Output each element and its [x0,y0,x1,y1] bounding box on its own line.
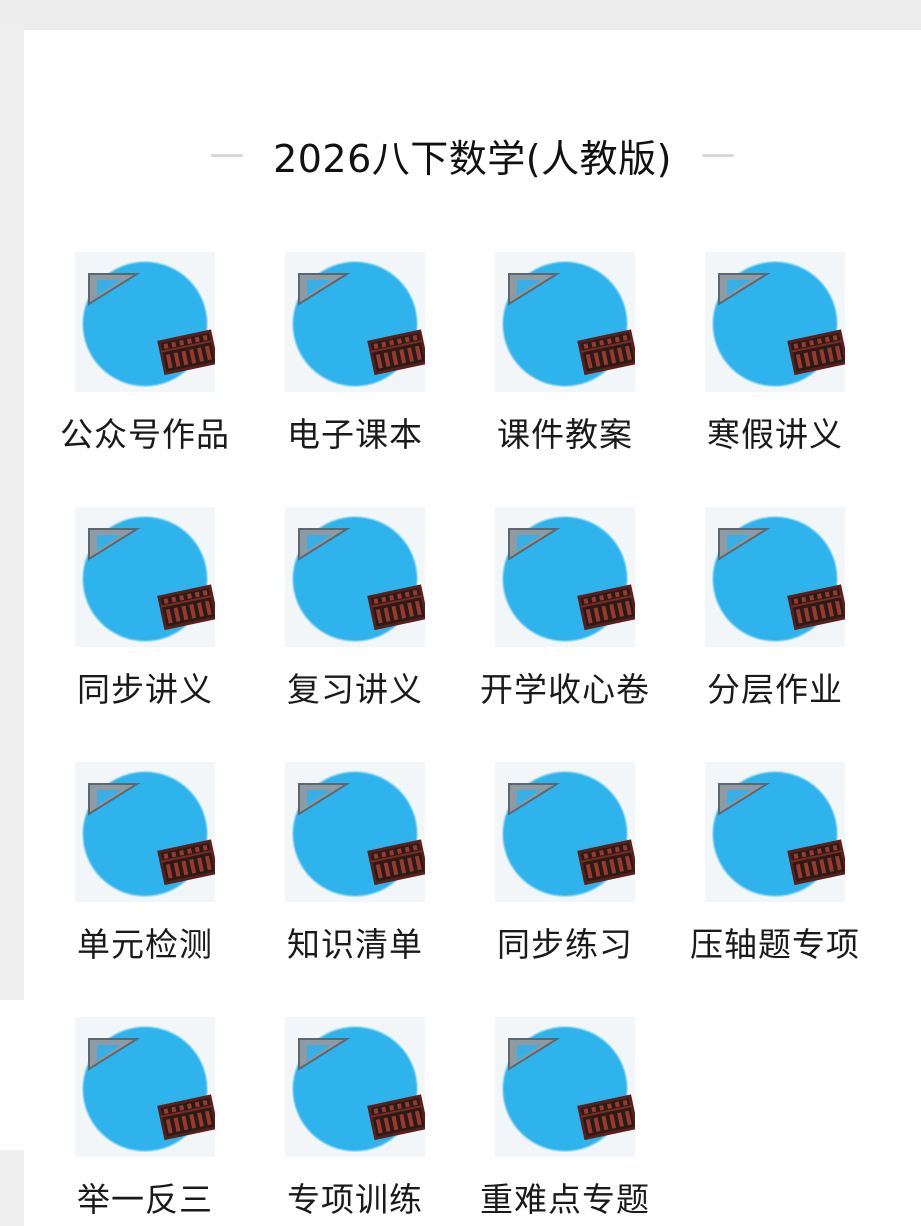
top-divider [0,0,921,24]
tile-public-account-works[interactable]: 公众号作品 [40,220,250,475]
tile-label: 压轴题专项 [690,925,860,964]
math-abacus-icon [75,507,215,647]
math-abacus-icon [495,1017,635,1157]
math-abacus-icon [705,507,845,647]
tile-label: 开学收心卷 [480,670,650,709]
tile-label: 寒假讲义 [707,415,843,454]
tile-unit-test[interactable]: 单元检测 [40,730,250,985]
math-abacus-icon [705,252,845,392]
math-abacus-icon [495,252,635,392]
math-abacus-icon [75,252,215,392]
section-title: 2026八下数学(人教版) [273,136,672,181]
tile-courseware-lesson-plans[interactable]: 课件教案 [460,220,670,475]
tile-sync-practice[interactable]: 同步练习 [460,730,670,985]
tile-label: 课件教案 [497,415,633,454]
math-abacus-icon [285,252,425,392]
tile-winter-handouts[interactable]: 寒假讲义 [670,220,880,475]
title-left-dash [211,153,244,157]
math-abacus-icon [285,1017,425,1157]
tile-analogy-practice[interactable]: 举一反三 [40,985,250,1226]
math-abacus-icon [705,762,845,902]
tile-label: 分层作业 [707,670,843,709]
math-abacus-icon [285,507,425,647]
tile-knowledge-list[interactable]: 知识清单 [250,730,460,985]
math-abacus-icon [495,762,635,902]
tile-review-handouts[interactable]: 复习讲义 [250,475,460,730]
tile-label: 专项训练 [287,1180,423,1219]
tile-tiered-homework[interactable]: 分层作业 [670,475,880,730]
tile-label: 电子课本 [287,415,423,454]
tile-label: 公众号作品 [60,415,230,454]
tile-back-to-school-paper[interactable]: 开学收心卷 [460,475,670,730]
tile-key-difficult-topics[interactable]: 重难点专题 [460,985,670,1226]
math-abacus-icon [285,762,425,902]
tile-sync-handouts[interactable]: 同步讲义 [40,475,250,730]
page: 2026八下数学(人教版) 公众号作品 电子课本 课件教案 寒假讲义 同步讲义 … [0,0,921,1226]
tile-label: 同步讲义 [77,670,213,709]
resource-grid: 公众号作品 电子课本 课件教案 寒假讲义 同步讲义 复习讲义 开学收心卷 分层作… [40,220,890,1226]
tile-e-textbook[interactable]: 电子课本 [250,220,460,475]
tile-label: 举一反三 [77,1180,213,1219]
math-abacus-icon [75,762,215,902]
content-card: 2026八下数学(人教版) 公众号作品 电子课本 课件教案 寒假讲义 同步讲义 … [24,30,921,1226]
tile-label: 复习讲义 [287,670,423,709]
tile-label: 同步练习 [497,925,633,964]
math-abacus-icon [75,1017,215,1157]
tile-label: 重难点专题 [480,1180,650,1219]
tile-special-training[interactable]: 专项训练 [250,985,460,1226]
tile-final-question-special[interactable]: 压轴题专项 [670,730,880,985]
tile-label: 知识清单 [287,925,423,964]
section-header: 2026八下数学(人教版) [24,120,921,190]
math-abacus-icon [495,507,635,647]
title-right-dash [701,153,734,157]
left-panel-fragment [0,1000,24,1150]
tile-label: 单元检测 [77,925,213,964]
